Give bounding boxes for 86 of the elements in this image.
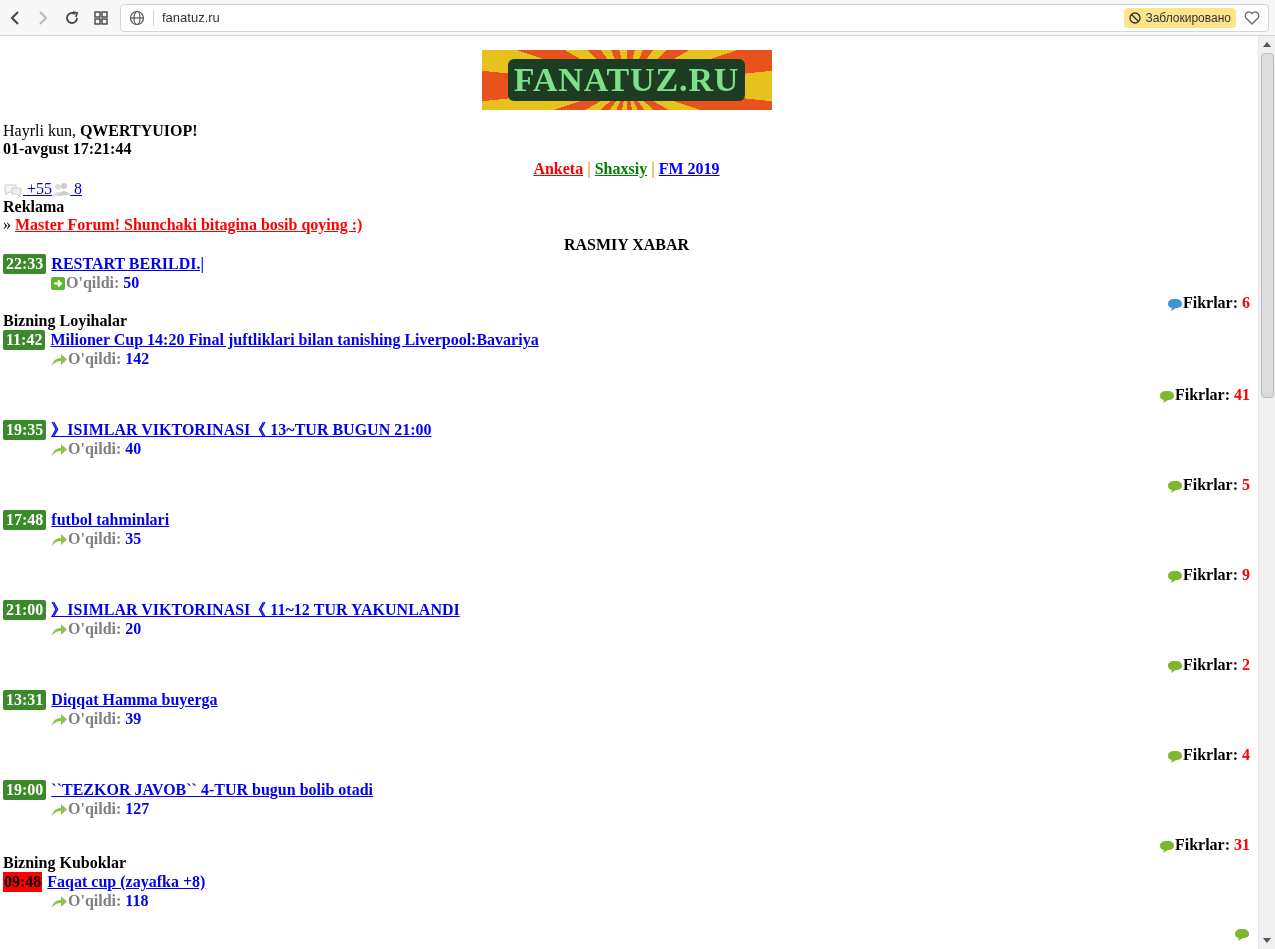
post-title-link[interactable]: 》ISIMLAR VIKTORINASI《 11~12 TUR YAKUNLANDI: [51, 600, 460, 620]
section-heading: Bizning Kuboklar: [3, 854, 128, 872]
read-label: O'qildi:: [68, 440, 122, 458]
time-badge: 19:35: [3, 420, 47, 440]
read-label: O'qildi:: [68, 530, 122, 548]
comments-label: Fikrlar:: [1174, 386, 1230, 404]
comments-count: 5: [1242, 476, 1250, 494]
read-count: 20: [125, 620, 142, 638]
nav-link[interactable]: FM 2019: [658, 160, 720, 178]
read-count: 39: [125, 710, 142, 728]
read-label: O'qildi:: [66, 274, 120, 292]
separator: |: [651, 160, 655, 178]
logo-text: FANATUZ.RU: [507, 59, 746, 101]
date-time: 01-avgust 17:21:44: [3, 140, 133, 158]
curved-arrow-icon: [51, 352, 67, 366]
bullet-mark: »: [3, 216, 11, 234]
curved-arrow-icon: [51, 442, 67, 456]
post-title-link[interactable]: RESTART BERILDI.|: [51, 254, 204, 274]
post-title-link[interactable]: ``TEZKOR JAVOB`` 4-TUR bugun bolib otadi: [51, 780, 373, 800]
greeting-text: Hayrli kun, QWERTYUIOP!: [3, 122, 199, 140]
curved-arrow-icon: [51, 532, 67, 546]
heart-icon[interactable]: [1244, 9, 1260, 26]
nav-link[interactable]: Anketa: [533, 160, 584, 178]
users-icon: [52, 182, 71, 198]
time-badge: 09:48: [3, 872, 43, 892]
section-heading: RASMIY XABAR: [562, 236, 691, 254]
read-count: 35: [125, 530, 142, 548]
read-label: O'qildi:: [68, 710, 122, 728]
blocked-badge[interactable]: Заблокировано: [1124, 7, 1236, 28]
read-count: 142: [125, 350, 150, 368]
grid-icon[interactable]: [94, 10, 108, 25]
comments-label: Fikrlar:: [1182, 294, 1238, 312]
time-badge: 22:33: [3, 254, 47, 274]
logo-background[interactable]: FANATUZ.RU: [481, 50, 772, 110]
read-label: O'qildi:: [68, 800, 122, 818]
post-title-link[interactable]: Milioner Cup 14:20 Final juftliklari bilan tanishing Liverpool:Bavariya: [50, 330, 539, 350]
reload-icon[interactable]: [64, 9, 80, 26]
comments-label: Fikrlar:: [1182, 656, 1238, 674]
url-text: fanatuz.ru: [162, 8, 221, 27]
time-badge: 11:42: [3, 330, 46, 350]
read-count: 118: [125, 892, 149, 910]
back-icon[interactable]: [8, 9, 22, 26]
time-badge: 17:48: [3, 510, 47, 530]
blocked-icon: [1129, 11, 1142, 24]
curved-arrow-icon: [51, 894, 67, 908]
arrow-right-icon: [51, 276, 65, 290]
scrollbar-thumb[interactable]: [1260, 53, 1274, 398]
post-title-link[interactable]: Faqat cup (zayafka +8): [47, 872, 206, 892]
scroll-up-icon[interactable]: [1263, 42, 1271, 47]
scrollbar[interactable]: [1258, 36, 1275, 949]
time-badge: 13:31: [3, 690, 47, 710]
curved-arrow-icon: [51, 802, 67, 816]
comments-count: 2: [1242, 656, 1250, 674]
comments-count: 6: [1242, 294, 1250, 312]
comments-count: 31: [1234, 836, 1250, 854]
curved-arrow-icon: [51, 712, 67, 726]
read-label: O'qildi:: [68, 892, 122, 910]
read-label: O'qildi:: [68, 350, 122, 368]
time-badge: 21:00: [3, 600, 47, 620]
separator: |: [587, 160, 591, 178]
speech-bubbles-icon: [3, 182, 23, 198]
read-count: 127: [125, 800, 150, 818]
comments-count: 41: [1234, 386, 1250, 404]
counter-link[interactable]: +55: [23, 180, 53, 198]
read-count: 40: [125, 440, 142, 458]
comments-count: 9: [1242, 566, 1250, 584]
nav-link[interactable]: Shaxsiy: [594, 160, 648, 178]
post-title-link[interactable]: Diqqat Hamma buyerga: [51, 690, 218, 710]
ad-link[interactable]: Master Forum! Shunchaki bitagina bosib qoying :): [15, 216, 363, 234]
globe-icon: [129, 9, 145, 26]
comments-label: Fikrlar:: [1174, 836, 1230, 854]
post-title-link[interactable]: 》ISIMLAR VIKTORINASI《 13~TUR BUGUN 21:00: [51, 420, 432, 440]
counter-link[interactable]: 8: [70, 180, 83, 198]
scroll-down-icon[interactable]: [1263, 938, 1271, 943]
comments-label: Fikrlar:: [1182, 746, 1238, 764]
read-count: 50: [123, 274, 140, 292]
comments-count: 4: [1242, 746, 1250, 764]
comments-label: Fikrlar:: [1182, 476, 1238, 494]
curved-arrow-icon: [51, 622, 67, 636]
address-bar[interactable]: fanatuz.ru Заблокировано: [120, 3, 1269, 32]
comments-label: Fikrlar:: [1182, 566, 1238, 584]
section-heading: Bizning Loyihalar: [3, 312, 129, 330]
post-title-link[interactable]: futbol tahminlari: [51, 510, 170, 530]
section-heading: Reklama: [3, 198, 66, 216]
read-label: O'qildi:: [68, 620, 122, 638]
time-badge: 19:00: [3, 780, 47, 800]
